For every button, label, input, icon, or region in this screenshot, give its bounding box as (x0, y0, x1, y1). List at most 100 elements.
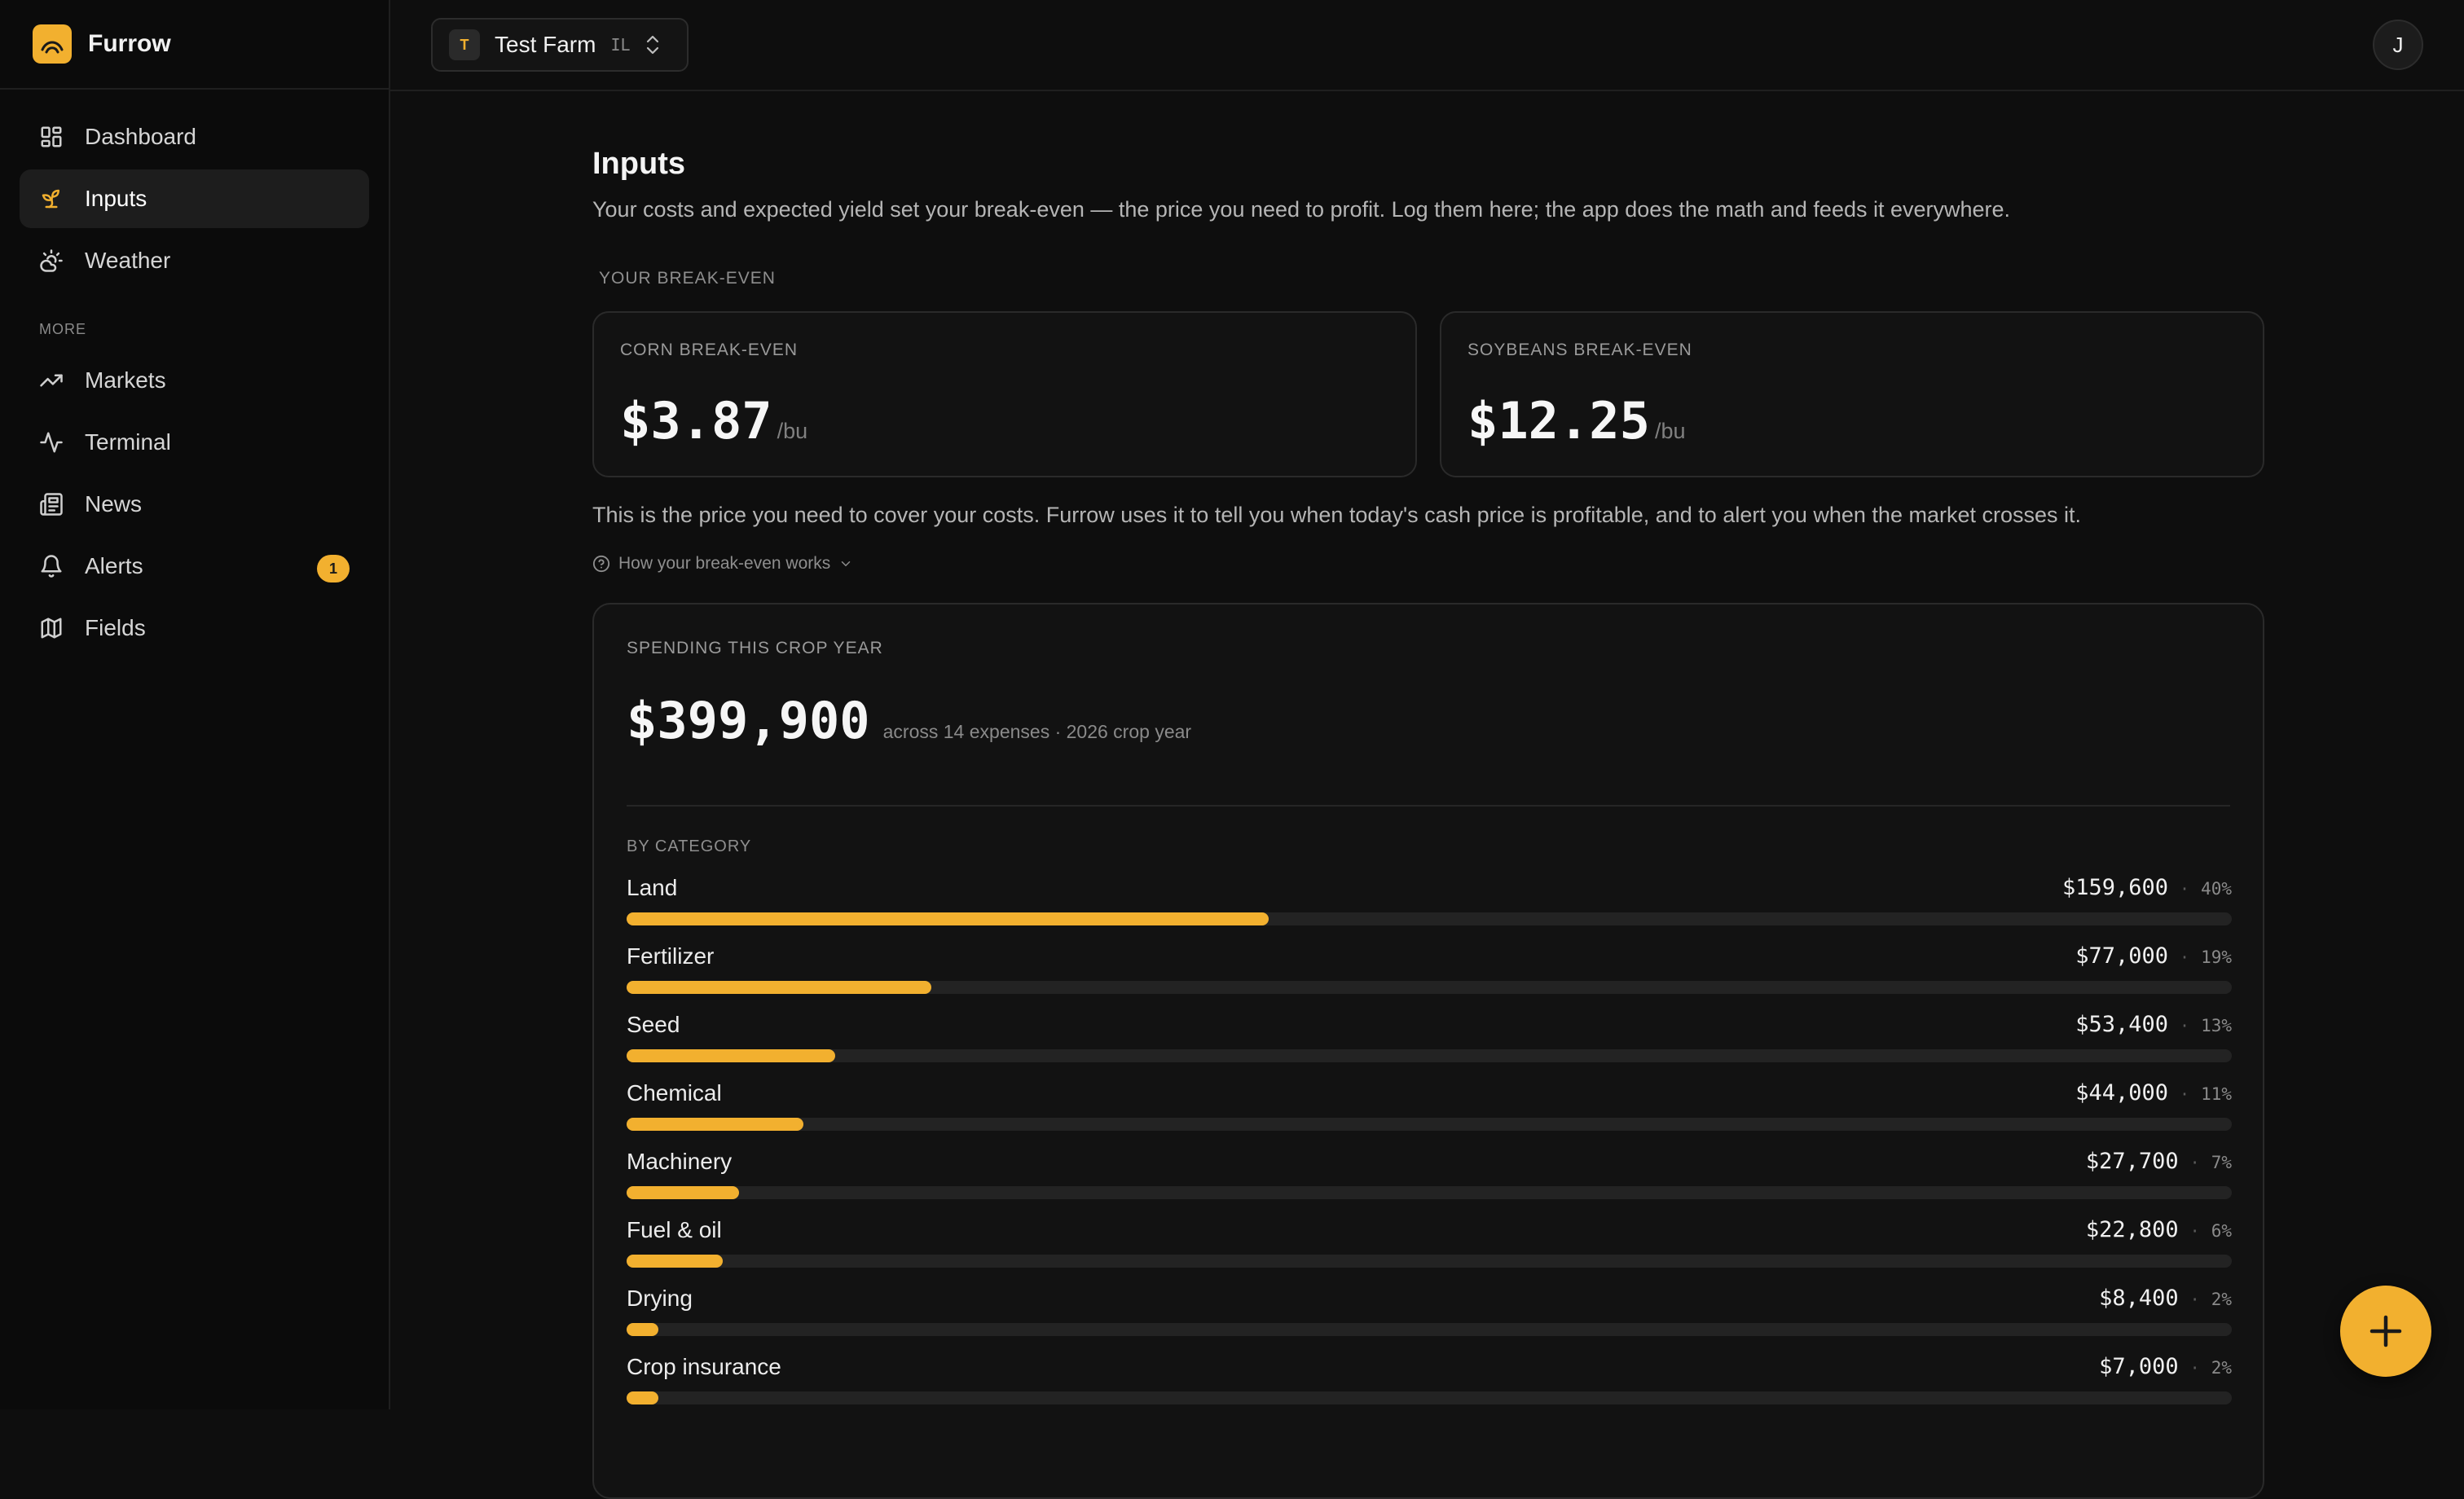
sidebar-item-label: Fields (85, 615, 146, 640)
by-category-label: BY CATEGORY (627, 837, 752, 855)
sidebar-item-label: Alerts (85, 553, 143, 578)
category-row: Crop insurance $7,000 · 2% (627, 1354, 2232, 1422)
category-bar-fill (627, 981, 931, 994)
category-bar-track (627, 1186, 2232, 1199)
separator-dot: · (2180, 1084, 2190, 1104)
sidebar-item-label: Inputs (85, 186, 147, 211)
category-row: Chemical $44,000 · 11% (627, 1080, 2232, 1149)
category-row: Land $159,600 · 40% (627, 875, 2232, 943)
separator-dot: · (2180, 879, 2190, 899)
category-bar-fill (627, 1118, 803, 1131)
sidebar: Furrow Dashboard Inputs Weather MORE Mar… (0, 0, 390, 1409)
category-bar-fill (627, 1323, 658, 1336)
sidebar-nav: Dashboard Inputs Weather MORE Markets Te… (0, 90, 389, 657)
breakeven-note: This is the price you need to cover your… (592, 503, 2082, 527)
sidebar-item-fields[interactable]: Fields (20, 599, 369, 657)
category-name: Drying (627, 1286, 693, 1311)
spending-total-value: $399,900 (627, 691, 870, 750)
category-bar-fill (627, 1186, 739, 1199)
category-name: Chemical (627, 1080, 722, 1106)
help-circle-icon (592, 555, 610, 573)
category-bar-fill (627, 1255, 723, 1268)
sprout-icon (39, 187, 64, 211)
category-amount-value: $44,000 (2075, 1080, 2169, 1106)
category-bar-track (627, 1118, 2232, 1131)
breakeven-amount: $12.25 (1467, 391, 1650, 451)
category-amount-value: $53,400 (2075, 1012, 2169, 1037)
activity-icon (39, 430, 64, 455)
category-bar-fill (627, 912, 1269, 925)
category-amount-value: $77,000 (2075, 943, 2169, 969)
category-percent: 7% (2211, 1153, 2232, 1172)
chevron-down-icon (842, 561, 851, 567)
separator-dot: · (2180, 947, 2190, 967)
category-percent: 13% (2201, 1016, 2232, 1035)
category-name: Land (627, 875, 678, 900)
category-percent: 2% (2211, 1358, 2232, 1378)
category-amount-value: $159,600 (2061, 875, 2169, 900)
category-bar-track (627, 1391, 2232, 1404)
category-name: Machinery (627, 1149, 733, 1174)
page-title: Inputs (592, 147, 685, 181)
card-label: CORN BREAK-EVEN (620, 341, 799, 359)
category-bar-track (627, 1049, 2232, 1062)
how-breakeven-works-toggle[interactable]: How your break-even works (592, 554, 853, 574)
spending-label: SPENDING THIS CROP YEAR (627, 639, 883, 657)
category-name: Crop insurance (627, 1354, 781, 1379)
separator-dot: · (2189, 1221, 2200, 1241)
card-label: SOYBEANS BREAK-EVEN (1467, 341, 1692, 359)
sidebar-item-weather[interactable]: Weather (20, 231, 369, 290)
category-row: Fertilizer $77,000 · 19% (627, 943, 2232, 1012)
add-expense-button[interactable] (2340, 1286, 2431, 1377)
sidebar-item-dashboard[interactable]: Dashboard (20, 108, 369, 166)
sidebar-item-markets[interactable]: Markets (20, 351, 369, 410)
sidebar-item-label: Markets (85, 367, 166, 393)
topbar: T Test Farm IL J (390, 0, 2464, 91)
category-row: Machinery $27,700 · 7% (627, 1149, 2232, 1217)
dashboard-icon (39, 125, 64, 149)
brand[interactable]: Furrow (0, 0, 389, 90)
sidebar-item-news[interactable]: News (20, 475, 369, 534)
spending-card: SPENDING THIS CROP YEAR $399,900 across … (592, 603, 2264, 1499)
category-name: Fuel & oil (627, 1217, 722, 1242)
separator-dot: · (2189, 1153, 2200, 1172)
trending-up-icon (39, 368, 64, 393)
sidebar-item-alerts[interactable]: Alerts 1 (20, 537, 369, 596)
breakeven-amount: $3.87 (620, 391, 772, 451)
category-percent: 40% (2201, 879, 2232, 899)
category-bar-track (627, 1323, 2232, 1336)
sidebar-item-label: Weather (85, 248, 171, 273)
bell-icon (39, 554, 64, 578)
sidebar-section-more: MORE (39, 321, 86, 337)
farm-initial-badge: T (449, 29, 480, 60)
separator-dot: · (2189, 1358, 2200, 1378)
category-row: Seed $53,400 · 13% (627, 1012, 2232, 1080)
category-row: Fuel & oil $22,800 · 6% (627, 1217, 2232, 1286)
breakeven-unit: /bu (1654, 419, 1686, 443)
sidebar-item-inputs[interactable]: Inputs (20, 169, 369, 228)
category-bar-track (627, 912, 2232, 925)
howto-label: How your break-even works (618, 554, 831, 573)
category-percent: 19% (2201, 947, 2232, 967)
plus-icon (2369, 1315, 2402, 1347)
category-amount-value: $27,700 (2085, 1149, 2179, 1174)
farm-state: IL (610, 35, 631, 55)
category-amount: $44,000 · 11% (2075, 1080, 2232, 1106)
separator-dot: · (2189, 1290, 2200, 1309)
category-bar-fill (627, 1049, 835, 1062)
newspaper-icon (39, 492, 64, 517)
category-amount: $159,600 · 40% (2062, 875, 2232, 900)
farm-selector[interactable]: T Test Farm IL (431, 18, 689, 72)
user-avatar[interactable]: J (2373, 20, 2423, 70)
sidebar-item-label: News (85, 491, 143, 517)
category-amount: $22,800 · 6% (2086, 1217, 2232, 1242)
sidebar-item-terminal[interactable]: Terminal (20, 413, 369, 472)
category-amount: $8,400 · 2% (2099, 1286, 2232, 1311)
corn-breakeven-value: $3.87/bu (620, 391, 807, 451)
category-name: Seed (627, 1012, 680, 1037)
category-amount: $53,400 · 13% (2075, 1012, 2232, 1037)
category-row: Drying $8,400 · 2% (627, 1286, 2232, 1354)
page-description: Your costs and expected yield set your b… (592, 197, 2011, 222)
weather-icon (39, 248, 64, 273)
category-bar-track (627, 981, 2232, 994)
